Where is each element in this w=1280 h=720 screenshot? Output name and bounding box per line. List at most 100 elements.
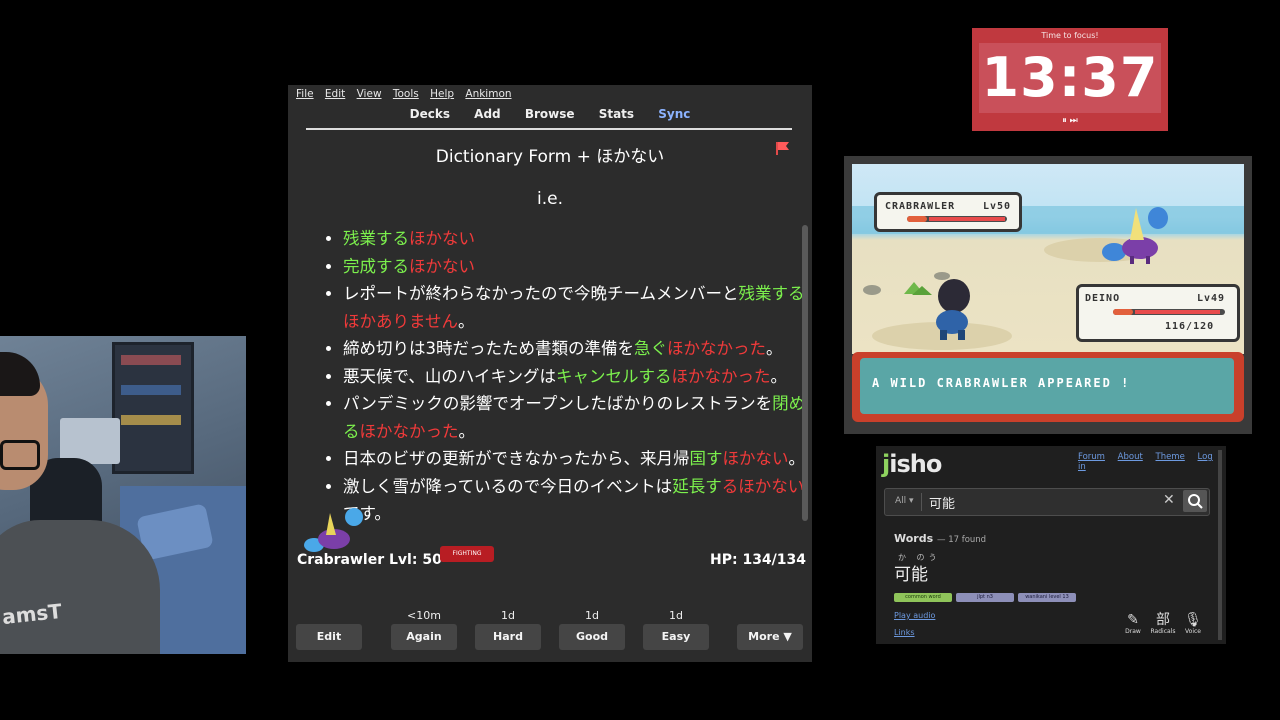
battle-message-box: A WILD CRABRAWLER APPEARED ! — [852, 352, 1244, 422]
words-count: — 17 found — [937, 535, 987, 545]
menu-ankimon[interactable]: Ankimon — [465, 88, 511, 100]
timer-clock: 13:37 — [981, 46, 1159, 109]
good-button[interactable]: Good — [559, 624, 625, 650]
browse-link[interactable]: Browse — [525, 107, 575, 121]
anki-window: File Edit View Tools Help Ankimon Decks … — [288, 85, 812, 662]
decks-link[interactable]: Decks — [410, 107, 450, 121]
hard-interval: 1d — [501, 609, 515, 622]
jisho-logo-rest: isho — [889, 450, 942, 478]
example-text: 悪天候で、山のハイキングは — [343, 366, 557, 386]
nav-theme[interactable]: Theme — [1156, 452, 1185, 462]
example-text: 。 — [766, 339, 783, 358]
player-level: Lv49 — [1197, 293, 1226, 304]
grammar-highlight: ほかない — [409, 229, 475, 248]
example-item: 激しく雪が降っているので今日のイベントは延長するほかないです。 — [343, 473, 812, 528]
example-text: レポートが終わらなかったので今晩チームメンバーと — [343, 284, 739, 303]
edit-button[interactable]: Edit — [296, 624, 362, 650]
player-info-box: DEINO Lv49 116/120 — [1076, 284, 1240, 342]
input-tools: ✎ Draw 部 Radicals 🎙 Voice — [1118, 612, 1210, 642]
menu-help[interactable]: Help — [430, 88, 454, 100]
timer-label: Time to focus! — [1041, 31, 1099, 40]
pokemon-game-window: CRABRAWLER Lv50 DEINO Lv49 116/120 A WIL… — [844, 156, 1252, 434]
grammar-highlight: ほかなかった — [667, 339, 766, 358]
tag-jlpt: jlpt n3 — [956, 593, 1014, 602]
sync-link[interactable]: Sync — [658, 107, 690, 121]
streamer-hair — [0, 352, 40, 396]
add-link[interactable]: Add — [474, 107, 500, 121]
more-button[interactable]: More ▼ — [737, 624, 803, 650]
links-link[interactable]: Links — [894, 628, 915, 637]
voice-label: Voice — [1185, 628, 1201, 635]
menu-view[interactable]: View — [357, 88, 382, 100]
crabrawler-sprite — [1102, 207, 1168, 264]
grammar-highlight: ほかない — [409, 256, 475, 276]
jisho-scrollbar[interactable] — [1218, 450, 1222, 640]
words-heading: Words — 17 found — [894, 532, 986, 545]
verb-highlight: キャンセルする — [556, 366, 672, 386]
example-item: レポートが終わらなかったので今晩チームメンバーと残業するほかありません。 — [343, 280, 812, 335]
verb-highlight: 延長す — [672, 476, 722, 496]
example-text: 激しく雪が降っているので今日のイベントは — [343, 476, 673, 496]
battle-message: A WILD CRABRAWLER APPEARED ! — [872, 376, 1131, 390]
hard-button[interactable]: Hard — [475, 624, 541, 650]
search-button[interactable] — [1183, 490, 1207, 512]
example-list: 残業するほかない完成するほかないレポートが終わらなかったので今晩チームメンバーと… — [314, 225, 812, 528]
example-item: パンデミックの影響でオープンしたばかりのレストランを閉めるほかなかった。 — [343, 390, 812, 445]
good-interval: 1d — [585, 609, 599, 622]
nav-about[interactable]: About — [1118, 452, 1143, 462]
ankimon-hp: HP: 134/134 — [710, 552, 807, 568]
menu-bar: File Edit View Tools Help Ankimon — [296, 88, 520, 104]
enemy-info-box: CRABRAWLER Lv50 — [874, 192, 1022, 232]
jisho-logo[interactable]: jisho — [882, 450, 942, 478]
webcam-feed: amsT — [0, 336, 246, 654]
again-interval: <10m — [407, 609, 441, 622]
grammar-highlight: ほかありません — [343, 311, 459, 331]
radicals-tool[interactable]: 部 Radicals — [1148, 612, 1178, 635]
search-separator — [921, 493, 922, 511]
menu-edit[interactable]: Edit — [325, 88, 345, 100]
timer-controls[interactable]: ⏸ ⏭ — [972, 116, 1168, 126]
words-label: Words — [894, 532, 934, 545]
example-item: 残業するほかない — [343, 225, 812, 253]
search-input[interactable]: 可能 — [929, 493, 955, 512]
search-bar: All ▾ 可能 ✕ — [884, 488, 1210, 516]
card-title: Dictionary Form + ほかない — [435, 147, 665, 167]
draw-tool[interactable]: ✎ Draw — [1118, 612, 1148, 635]
menu-tools[interactable]: Tools — [393, 88, 419, 100]
scrollbar[interactable] — [802, 225, 808, 521]
enemy-hp-bar — [907, 216, 1007, 222]
example-text: 締め切りは3時だったため書類の準備を — [343, 339, 634, 358]
ankimon-name-level: Crabrawler Lvl: 50 — [297, 552, 442, 568]
nav-forum[interactable]: Forum — [1078, 452, 1105, 462]
draw-label: Draw — [1125, 628, 1141, 635]
play-audio-link[interactable]: Play audio — [894, 611, 935, 620]
clear-icon[interactable]: ✕ — [1163, 492, 1175, 508]
focus-timer: Time to focus! 13:37 ⏸ ⏭ — [972, 28, 1168, 131]
example-text: パンデミックの影響でオープンしたばかりのレストランを — [343, 394, 773, 413]
example-item: 完成するほかない — [343, 253, 812, 281]
verb-highlight: 国す — [689, 449, 723, 468]
stats-link[interactable]: Stats — [599, 107, 634, 121]
jisho-nav: Forum About Theme Log in — [1078, 452, 1226, 472]
draw-icon: ✎ — [1127, 612, 1139, 628]
red-flag-icon[interactable] — [774, 140, 790, 160]
microphone-icon: 🎙 — [1184, 612, 1202, 628]
type-badge: FIGHTING — [440, 546, 494, 562]
grammar-highlight: るほかない — [721, 476, 804, 496]
tag-common-word: common word — [894, 593, 952, 602]
voice-tool[interactable]: 🎙 Voice — [1178, 612, 1208, 635]
tag-wanikani: wanikani level 13 — [1018, 593, 1076, 602]
verb-highlight: 急ぐ — [634, 339, 667, 358]
example-item: 悪天候で、山のハイキングはキャンセルするほかなかった。 — [343, 363, 812, 391]
verb-highlight: 残業する — [343, 229, 409, 248]
menu-file[interactable]: File — [296, 88, 314, 100]
search-scope-select[interactable]: All ▾ — [895, 496, 914, 506]
example-text: 。 — [458, 421, 476, 441]
enemy-level: Lv50 — [983, 201, 1012, 212]
easy-button[interactable]: Easy — [643, 624, 709, 650]
streamer-torso — [0, 520, 160, 654]
grammar-highlight: ほかなかった — [359, 421, 459, 441]
again-button[interactable]: Again — [391, 624, 457, 650]
example-item: 日本のビザの更新ができなかったから、来月帰国すほかない。 — [343, 445, 812, 473]
deino-sprite — [936, 279, 970, 340]
